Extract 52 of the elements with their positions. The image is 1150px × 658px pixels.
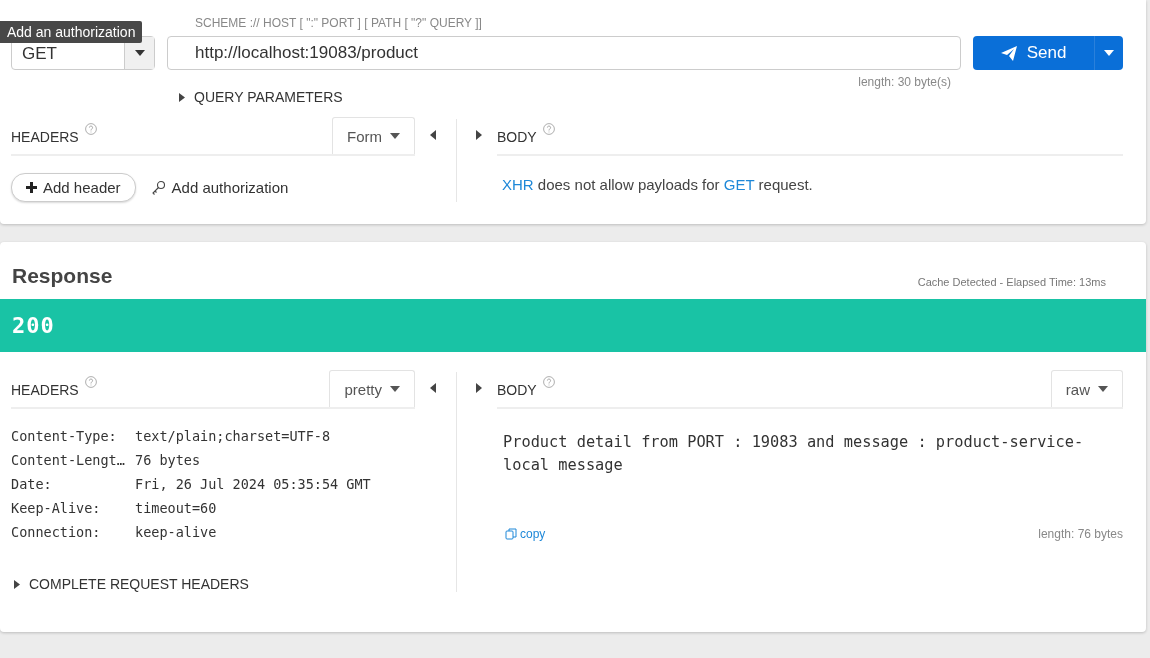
header-name: Connection: [11,523,102,542]
copy-icon [505,528,517,540]
tooltip: Add an authorization [0,21,143,43]
caret-icon [1098,386,1108,392]
body-title: BODY [497,129,555,154]
key-icon [151,180,166,195]
status-code: 200 [0,299,1146,352]
add-authorization-button[interactable]: Add authorization [145,173,295,202]
elapsed-time: Cache Detected - Elapsed Time: 13ms [917,276,1106,288]
headers-title: HEADERS [11,129,97,154]
expand-arrow-icon [14,579,20,589]
caret-icon [1104,50,1114,56]
header-name: Content-Lengt… [11,451,126,470]
response-title: Response [12,264,113,288]
send-button[interactable]: Send [973,36,1094,70]
header-value: 76 bytes [135,451,202,470]
caret-icon [390,386,400,392]
collapse-left-icon[interactable] [429,382,437,394]
link[interactable]: GET [723,176,755,193]
url-length: length: 30 byte(s) [857,75,951,89]
send-options-button[interactable] [1094,36,1123,70]
collapse-right-icon[interactable] [475,129,483,141]
add-header-button[interactable]: Add header [11,173,136,202]
paper-plane-icon [1000,45,1017,61]
headers-mode-dropdown[interactable]: Form [332,117,415,154]
complete-request-headers-toggle[interactable]: COMPLETE REQUEST HEADERS [14,576,249,592]
response-body: Product detail from PORT : 19083 and message : product-service-local message [502,432,1085,476]
plus-icon [26,182,37,193]
header-value: timeout=60 [135,499,218,518]
body-format-dropdown[interactable]: raw [1050,370,1123,407]
header-name: Date: [11,475,53,494]
caret-icon [134,50,145,56]
url-hint: SCHEME :// HOST [ ":" PORT ] [ PATH [ "?" QUERY ]] [195,16,483,32]
expand-arrow-icon [179,92,185,102]
caret-icon [390,133,400,139]
header-value: text/plain;charset=UTF-8 [135,427,332,446]
headers-title: HEADERS [11,382,97,407]
collapse-left-icon[interactable] [429,129,437,141]
url-field[interactable]: http://localhost:19083/product [167,36,961,70]
header-name: Keep-Alive: [11,499,102,518]
link[interactable]: XHR [502,176,534,193]
query-parameters-toggle[interactable]: QUERY PARAMETERS [179,89,343,105]
body-title: BODY [497,382,555,407]
headers-format-dropdown[interactable]: pretty [329,370,415,407]
collapse-right-icon[interactable] [475,382,483,394]
copy-link[interactable]: copy [505,527,546,541]
body-length: length: 76 bytes [1038,527,1123,541]
header-value: Fri, 26 Jul 2024 05:35:54 GMT [135,475,372,494]
payload-message: XHR does not allow payloads for GET request. [502,176,814,193]
header-name: Content-Type: [11,427,118,446]
method-select[interactable]: GET [11,36,155,70]
header-value: keep-alive [135,523,218,542]
